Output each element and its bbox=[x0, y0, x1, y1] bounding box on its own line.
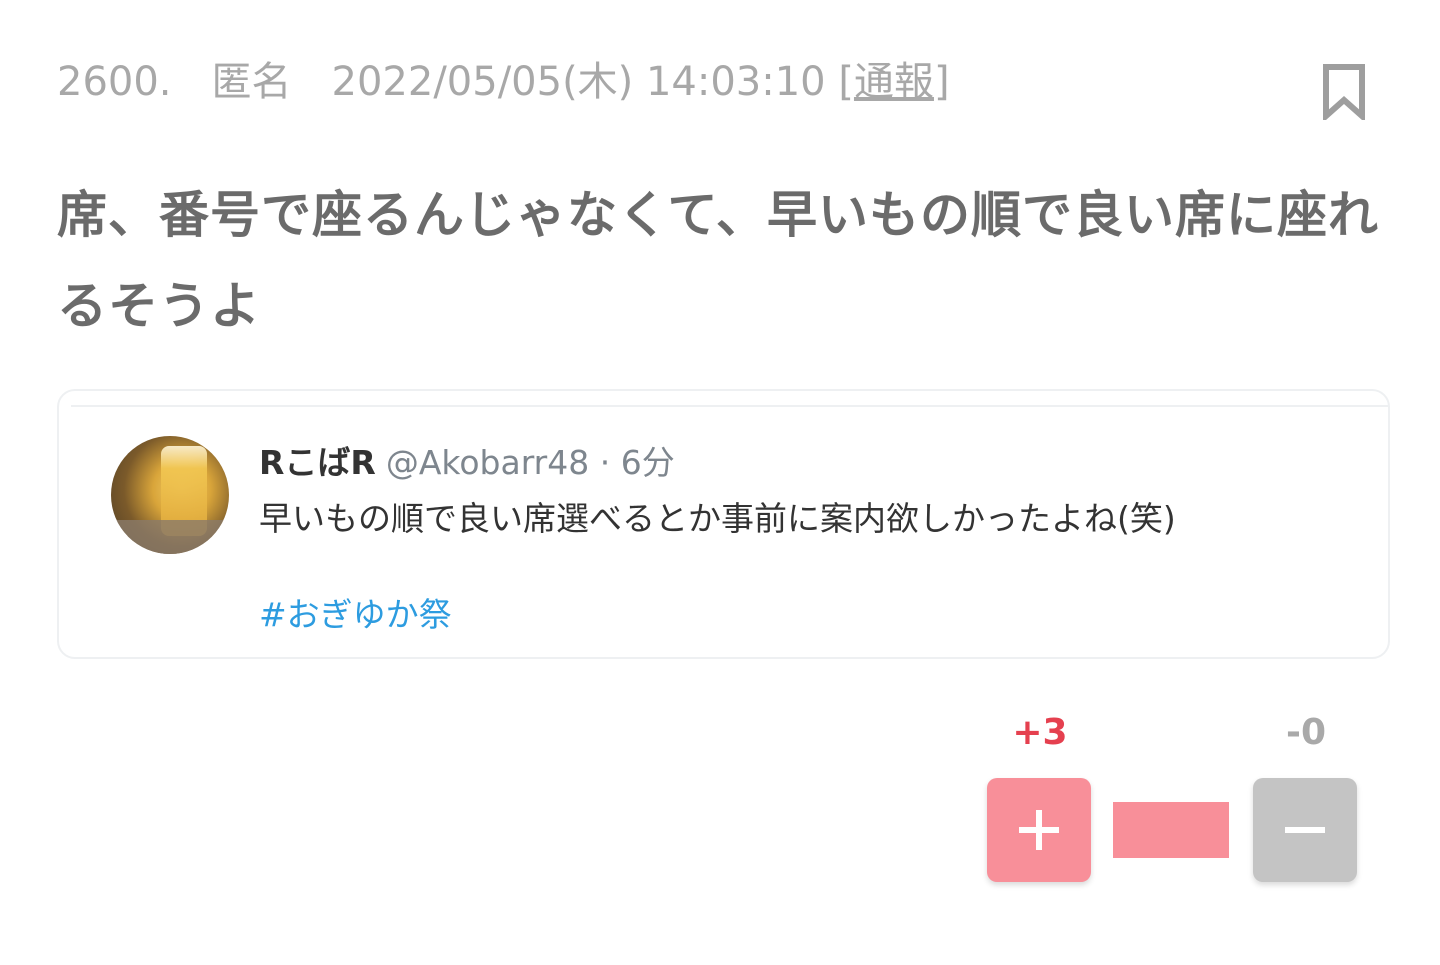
plus-vote-button[interactable] bbox=[987, 778, 1091, 882]
tweet-text: 早いもの順で良い席選べるとか事前に案内欲しかったよね(笑) bbox=[259, 499, 1176, 538]
embedded-tweet[interactable]: RこばR @Akobarr48 · 6分 早いもの順で良い席選べるとか事前に案内欲… bbox=[57, 389, 1390, 659]
vote-ratio-fill bbox=[1113, 802, 1229, 858]
comment-datetime: 2022/05/05(木) 14:03:10 bbox=[331, 59, 826, 105]
plus-vote-count: +3 bbox=[1012, 712, 1068, 753]
minus-vote-count: -0 bbox=[1286, 712, 1326, 753]
minus-icon bbox=[1285, 827, 1325, 833]
comment-number: 2600. bbox=[57, 59, 172, 105]
tweet-hashtag-link[interactable]: #おぎゆか祭 bbox=[259, 595, 452, 635]
avatar[interactable] bbox=[111, 436, 229, 554]
report-link[interactable]: 通報 bbox=[854, 56, 934, 108]
plus-icon-stem bbox=[1036, 810, 1042, 850]
comment-body: 席、番号で座るんじゃなくて、早いもの順で良い席に座れるそうよ bbox=[57, 186, 1379, 335]
tweet-header: RこばR @Akobarr48 · 6分 bbox=[259, 443, 675, 483]
report-bracket-close: ] bbox=[933, 59, 950, 105]
tweet-user-name[interactable]: RこばR bbox=[259, 443, 376, 482]
tweet-top-divider bbox=[71, 405, 1388, 407]
tweet-handle-time[interactable]: @Akobarr48 · 6分 bbox=[386, 443, 675, 482]
bookmark-icon[interactable] bbox=[1322, 64, 1366, 123]
comment-page: 2600. 匿名 2022/05/05(木) 14:03:10 [通報] 席、番号で… bbox=[0, 0, 1440, 965]
minus-vote-button[interactable] bbox=[1253, 778, 1357, 882]
comment-author: 匿名 bbox=[211, 59, 292, 105]
comment-meta: 2600. 匿名 2022/05/05(木) 14:03:10 [通報] bbox=[57, 56, 950, 108]
report-bracket-open: [ bbox=[838, 59, 854, 105]
avatar-plate-image bbox=[111, 520, 229, 554]
vote-ratio-bar bbox=[1113, 802, 1229, 858]
